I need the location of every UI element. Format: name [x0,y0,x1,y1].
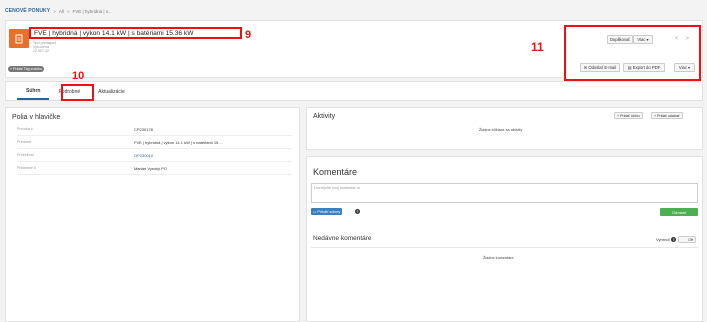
breadcrumb-separator: > [66,8,70,14]
annotation-marker-11: 11 [531,40,544,54]
breadcrumb-current: FVE | hybridná | v... [72,8,112,14]
send-email-button[interactable]: ✉ Odoslať E-mail [580,63,620,72]
next-record-icon[interactable]: > [686,36,690,42]
attach-files-label: Priložiť súbory [317,209,341,214]
pdf-file-icon: ▤ [627,65,632,70]
annotation-marker-10: 10 [72,70,85,82]
field-label: Predmet [17,140,32,144]
tab-updates[interactable]: Aktualizácie [89,83,134,100]
caret-down-icon: ▾ [646,37,649,42]
export-pdf-button[interactable]: ▤ Export do PDF [623,63,665,72]
export-pdf-label: Export do PDF [632,65,661,70]
recent-comments-title: Nedávne komentáre [313,235,372,242]
previous-record-icon[interactable]: < [675,36,679,42]
divider [311,247,698,248]
info-icon: ? [671,237,677,242]
add-task-button[interactable]: + Pridať úlohu [614,112,643,119]
more-export-dropdown[interactable]: Viac ▾ [674,63,695,72]
field-value: Marián Vysoký PO [134,166,167,171]
opportunity-link[interactable]: OP230010 [134,153,153,158]
more-actions-label: Viac [637,37,646,42]
activity-empty-text: Žiadne blížiace sa aktivity [479,128,523,132]
annotation-marker-9: 9 [245,29,252,41]
comments-title: Komentáre [313,167,358,177]
field-row: Ponuka č. CP230178 [17,124,292,136]
field-row: Príležitosť OP230010 [17,150,292,162]
field-label: Pridelené k [17,166,36,170]
record-title: FVE | hybridná | výkon 14.1 kW | s batér… [29,27,242,39]
breadcrumb-all-link[interactable]: All [59,9,64,14]
breadcrumb-separator: > [53,8,56,14]
comments-empty-text: Žiadne komentáre [483,256,514,260]
more-export-label: Viac [678,65,687,70]
filter-label: Vyhrnúť ? [656,237,677,242]
breadcrumb-module-link[interactable]: CENOVÉ PONUKY [5,8,50,14]
record-total: 22 507.42 [33,49,49,53]
add-tag-button[interactable]: + Pridať Tag značku [8,66,44,72]
tab-summary[interactable]: Súhrn [17,83,50,100]
field-label: Ponuka č. [17,127,34,131]
tab-detail-highlight [61,84,94,101]
activity-panel: Aktivity + Pridať úlohu + Pridať udalosť… [306,107,703,150]
field-row: Predmet FVE | hybridná | výkon 14.1 kW |… [17,137,292,149]
breadcrumb: CENOVÉ PONUKY > All > FVE | hybridná | v… [5,7,112,15]
comment-input[interactable]: Uverejnite svoj komentár tu [311,183,698,203]
field-label: Príležitosť [17,153,35,157]
filter-label-text: Vyhrnúť [656,237,671,242]
envelope-icon: ✉ [583,65,588,70]
activity-title: Aktivity [313,113,336,120]
attach-files-button[interactable]: ▭ Priložiť súbory [311,208,343,215]
send-email-label: Odoslať E-mail [588,65,617,70]
header-fields-panel: Polia v hlavičke Ponuka č. CP230178 Pred… [5,107,300,322]
field-row: Pridelené k Marián Vysoký PO [17,163,292,175]
filter-toggle[interactable]: Off [678,236,696,243]
header-fields-title: Polia v hlavičke [12,114,61,121]
quote-document-icon [9,29,29,48]
more-actions-dropdown[interactable]: Viac ▾ [633,35,653,44]
paperclip-icon: ▭ [313,209,317,214]
caret-down-icon: ▾ [687,65,691,70]
send-comment-button[interactable]: Odoslať [660,208,698,216]
field-value: CP230178 [134,127,153,132]
record-navigation: < > [675,36,689,42]
add-event-button[interactable]: + Pridať udalosť [651,112,683,119]
duplicate-button[interactable]: Duplikovať [607,35,633,44]
field-value: FVE | hybridná | výkon 14.1 kW | s batér… [134,140,223,145]
record-actions: Duplikovať Viac ▾ < > ✉ Odoslať E-mail ▤… [564,25,701,81]
record-tabs: Súhrn Podrobné Aktualizácie [5,81,703,101]
info-icon[interactable]: ? [355,209,360,214]
comments-panel: Komentáre Uverejnite svoj komentár tu ▭ … [306,156,703,322]
